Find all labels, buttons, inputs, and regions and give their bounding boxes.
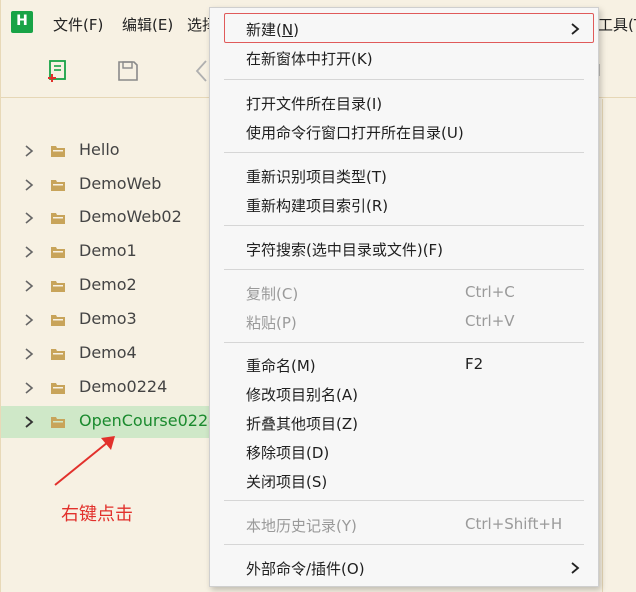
tree-item-label: Demo2 <box>79 275 137 294</box>
menu-item-label: 新建(N) <box>246 21 299 39</box>
menu-item-label: 打开文件所在目录(I) <box>246 95 383 113</box>
chevron-right-icon[interactable] <box>23 314 35 326</box>
menu-item-close[interactable]: 关闭项目(S) <box>210 466 598 495</box>
tree-item-label: Demo1 <box>79 241 137 260</box>
menu-item-copy[interactable]: 复制(C) Ctrl+C <box>210 278 598 307</box>
menu-item-external[interactable]: 外部命令/插件(O) <box>210 553 598 582</box>
menu-edit[interactable]: 编辑(E) <box>122 14 173 35</box>
logo-letter: H <box>16 13 28 29</box>
chevron-right-icon[interactable] <box>23 179 35 191</box>
menu-item-char-search[interactable]: 字符搜索(选中目录或文件)(F) <box>210 234 598 263</box>
menu-item-shortcut: Ctrl+V <box>465 312 515 330</box>
menu-item-remove[interactable]: 移除项目(D) <box>210 437 598 466</box>
chevron-right-icon <box>571 562 580 574</box>
menu-item-open-folder[interactable]: 打开文件所在目录(I) <box>210 88 598 117</box>
chevron-right-icon[interactable] <box>23 145 35 157</box>
tree-item-label: Hello <box>79 140 120 159</box>
folder-icon <box>51 417 65 428</box>
tree-item-hello[interactable]: Hello <box>1 135 210 167</box>
menu-item-label: 外部命令/插件(O) <box>246 560 365 578</box>
menu-separator <box>224 152 584 153</box>
menu-item-label: 折叠其他项目(Z) <box>246 415 358 433</box>
tree-item-demoweb02[interactable]: DemoWeb02 <box>1 202 210 234</box>
menu-item-label: 使用命令行窗口打开所在目录(U) <box>246 124 464 142</box>
context-menu: 新建(N) 在新窗体中打开(K) 打开文件所在目录(I) 使用命令行窗口打开所在… <box>209 7 599 587</box>
chevron-right-icon[interactable] <box>23 212 35 224</box>
folder-icon <box>51 213 65 224</box>
folder-icon <box>51 146 65 157</box>
menu-separator <box>224 500 584 501</box>
tree-item-label: OpenCourse0224 <box>79 411 219 430</box>
tree-item-demo1[interactable]: Demo1 <box>1 236 210 268</box>
tree-item-demo3[interactable]: Demo3 <box>1 304 210 336</box>
menu-item-new[interactable]: 新建(N) <box>210 14 598 43</box>
menu-item-label: 复制(C) <box>246 285 299 303</box>
menu-separator <box>224 269 584 270</box>
tree-item-label: Demo4 <box>79 343 137 362</box>
menu-item-open-cmd[interactable]: 使用命令行窗口打开所在目录(U) <box>210 117 598 146</box>
menu-item-label: 在新窗体中打开(K) <box>246 50 373 68</box>
menu-item-rebuild-index[interactable]: 重新构建项目索引(R) <box>210 190 598 219</box>
menu-item-label: 重新构建项目索引(R) <box>246 197 389 215</box>
chevron-right-icon[interactable] <box>23 246 35 258</box>
menu-item-open-new-window[interactable]: 在新窗体中打开(K) <box>210 43 598 72</box>
panel-divider <box>602 99 603 592</box>
tree-item-demo2[interactable]: Demo2 <box>1 270 210 302</box>
menu-separator <box>224 79 584 80</box>
menu-item-label: 重命名(M) <box>246 357 316 375</box>
app-logo: H <box>11 11 33 33</box>
folder-icon <box>51 281 65 292</box>
chevron-right-icon[interactable] <box>23 280 35 292</box>
menu-item-collapse-others[interactable]: 折叠其他项目(Z) <box>210 408 598 437</box>
chevron-right-icon[interactable] <box>23 348 35 360</box>
folder-icon <box>51 247 65 258</box>
menu-item-history[interactable]: 本地历史记录(Y) Ctrl+Shift+H <box>210 510 598 539</box>
chevron-right-icon[interactable] <box>23 416 35 428</box>
annotation-label: 右键点击 <box>61 504 133 525</box>
annotation-arrow-icon <box>54 436 115 486</box>
menu-item-label: 粘贴(P) <box>246 314 297 332</box>
menu-item-label: 修改项目别名(A) <box>246 386 358 404</box>
menu-item-paste[interactable]: 粘贴(P) Ctrl+V <box>210 307 598 336</box>
menu-tools[interactable]: 工具(T <box>598 14 636 35</box>
menu-separator <box>224 225 584 226</box>
chevron-right-icon <box>571 23 580 35</box>
folder-icon <box>51 315 65 326</box>
folder-icon <box>51 383 65 394</box>
tree-item-demo4[interactable]: Demo4 <box>1 338 210 370</box>
tree-item-label: Demo3 <box>79 309 137 328</box>
menu-separator <box>224 342 584 343</box>
menu-item-alias[interactable]: 修改项目别名(A) <box>210 379 598 408</box>
tree-item-label: DemoWeb <box>79 174 162 193</box>
menu-item-label: 移除项目(D) <box>246 444 330 462</box>
menu-item-label: 字符搜索(选中目录或文件)(F) <box>246 241 444 259</box>
menu-item-label: 重新识别项目类型(T) <box>246 168 387 186</box>
tree-item-label: DemoWeb02 <box>79 207 182 226</box>
menu-item-reidentify[interactable]: 重新识别项目类型(T) <box>210 161 598 190</box>
menu-separator <box>224 544 584 545</box>
tree-item-label: Demo0224 <box>79 377 168 396</box>
new-file-icon[interactable] <box>45 58 71 84</box>
save-icon[interactable] <box>115 58 141 84</box>
chevron-right-icon[interactable] <box>23 382 35 394</box>
menu-item-rename[interactable]: 重命名(M) F2 <box>210 350 598 379</box>
tree-item-demoweb[interactable]: DemoWeb <box>1 169 210 201</box>
folder-icon <box>51 349 65 360</box>
tree-item-demo0224[interactable]: Demo0224 <box>1 372 210 404</box>
menu-file[interactable]: 文件(F) <box>53 14 103 35</box>
menu-item-label: 关闭项目(S) <box>246 473 328 491</box>
menu-item-shortcut: F2 <box>465 355 484 373</box>
menu-item-shortcut: Ctrl+C <box>465 283 515 301</box>
menu-item-shortcut: Ctrl+Shift+H <box>465 515 563 533</box>
menu-item-label: 本地历史记录(Y) <box>246 517 357 535</box>
folder-icon <box>51 180 65 191</box>
